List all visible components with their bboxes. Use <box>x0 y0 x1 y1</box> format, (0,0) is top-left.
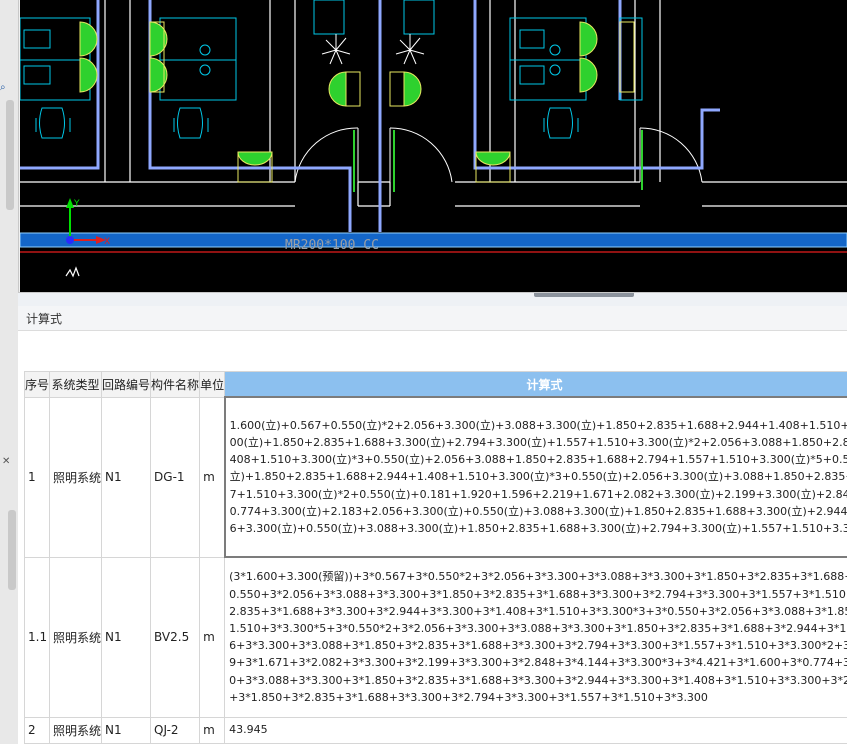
duct-label: MR200*100 CC <box>285 238 379 253</box>
col-header-formula[interactable]: 计算式 <box>224 371 847 398</box>
cell-num: 2 <box>23 716 51 744</box>
cell-component: BV2.5 <box>150 556 201 718</box>
table-row[interactable]: 1.1 照明系统 N1 BV2.5 m (3*1.600+3.300(预留))+… <box>23 556 847 718</box>
formula-line: 立)+1.850+2.835+1.688+2.944+1.408+1.510+3… <box>229 470 847 484</box>
left-tool-strip: ⌕ ✕ <box>0 0 19 744</box>
cell-formula[interactable]: (3*1.600+3.300(预留))+3*0.567+3*0.550*2+3*… <box>224 556 847 718</box>
splitter-grip[interactable] <box>534 293 634 297</box>
cell-unit: m <box>199 556 226 718</box>
axis-x-label: X <box>104 237 110 247</box>
formula-line: 6+3.300(立)+0.550(立)+3.088+3.300(立)+1.850… <box>229 522 847 535</box>
cell-system: 照明系统 <box>49 716 103 744</box>
formula-line: 00(立)+1.850+2.835+1.688+3.300(立)+2.794+3… <box>229 435 847 449</box>
formula-line: 408+1.510+3.300(立)*3+0.550(立)+2.056+3.08… <box>229 453 847 467</box>
axis-y-label: Y <box>73 199 80 209</box>
cell-component: QJ-2 <box>150 716 201 744</box>
formula-line: 43.945 <box>229 723 268 737</box>
panel-header: 计算式 <box>18 306 847 331</box>
formula-table: 序号 系统类型 回路编号 构件名称 单位 计算式 1 照明系统 N1 DG-1 … <box>23 371 847 744</box>
formula-line: 9+3*1.671+3*2.082+3*3.300+3*2.199+3*3.30… <box>229 656 847 670</box>
col-header-component[interactable]: 构件名称 <box>150 371 201 398</box>
cell-system: 照明系统 <box>49 556 103 718</box>
formula-panel: 序号 系统类型 回路编号 构件名称 单位 计算式 1 照明系统 N1 DG-1 … <box>18 331 847 744</box>
cell-system: 照明系统 <box>49 396 103 558</box>
table-header-row: 序号 系统类型 回路编号 构件名称 单位 计算式 <box>23 371 847 398</box>
formula-line: 1.600(立)+0.567+0.550(立)*2+2.056+3.300(立)… <box>229 418 847 432</box>
formula-line: +3*1.850+3*2.835+3*1.688+3*3.300+3*2.794… <box>229 690 708 704</box>
cell-num: 1.1 <box>23 556 51 718</box>
table-row[interactable]: 2 照明系统 N1 QJ-2 m 43.945 <box>23 716 847 744</box>
floor-plan: Y X MR200*100 CC <box>20 0 847 278</box>
panel-title: 计算式 <box>26 312 63 326</box>
formula-line: 0+3*3.088+3*3.300+3*1.850+3*2.835+3*1.68… <box>229 673 847 687</box>
col-header-circuit[interactable]: 回路编号 <box>101 371 152 398</box>
cell-num: 1 <box>23 396 51 558</box>
formula-line: 1.510+3*3.300*5+3*0.550*2+3*2.056+3*3.30… <box>229 622 847 636</box>
col-header-unit[interactable]: 单位 <box>199 371 226 398</box>
splitter[interactable] <box>18 292 847 307</box>
search-icon[interactable]: ⌕ <box>0 82 14 96</box>
close-icon[interactable]: ✕ <box>2 456 16 470</box>
formula-line: 7+1.510+3.300(立)*2+0.550(立)+0.181+1.920+… <box>229 487 847 501</box>
cell-circuit: N1 <box>101 716 152 744</box>
table-row[interactable]: 1 照明系统 N1 DG-1 m 1.600(立)+0.567+0.550(立)… <box>23 396 847 558</box>
cell-unit: m <box>199 396 226 558</box>
formula-line: (3*1.600+3.300(预留))+3*0.567+3*0.550*2+3*… <box>229 570 847 584</box>
duct-bar <box>20 232 847 248</box>
col-header-system[interactable]: 系统类型 <box>49 371 103 398</box>
formula-line: 0.550+3*2.056+3*3.088+3*3.300+3*1.850+3*… <box>229 587 847 601</box>
formula-line: 0.774+3.300(立)+2.183+2.056+3.300(立)+0.55… <box>229 504 847 518</box>
formula-line: 6+3*3.300+3*3.088+3*1.850+3*2.835+3*1.68… <box>229 639 847 653</box>
col-header-num[interactable]: 序号 <box>23 371 51 398</box>
cell-component: DG-1 <box>150 396 201 558</box>
cell-unit: m <box>199 716 226 744</box>
cell-formula[interactable]: 1.600(立)+0.567+0.550(立)*2+2.056+3.300(立)… <box>223 396 847 558</box>
signature-mark <box>65 266 80 278</box>
cad-drawing-canvas[interactable]: Y X MR200*100 CC <box>20 0 847 292</box>
left-scrollbar-bottom[interactable] <box>8 510 16 590</box>
formula-line: 2.835+3*1.688+3*3.300+3*2.944+3*3.300+3*… <box>229 604 847 618</box>
cell-circuit: N1 <box>101 556 152 718</box>
cell-formula[interactable]: 43.945 <box>224 716 847 744</box>
left-scrollbar-top[interactable] <box>6 100 14 210</box>
cell-circuit: N1 <box>101 396 152 558</box>
